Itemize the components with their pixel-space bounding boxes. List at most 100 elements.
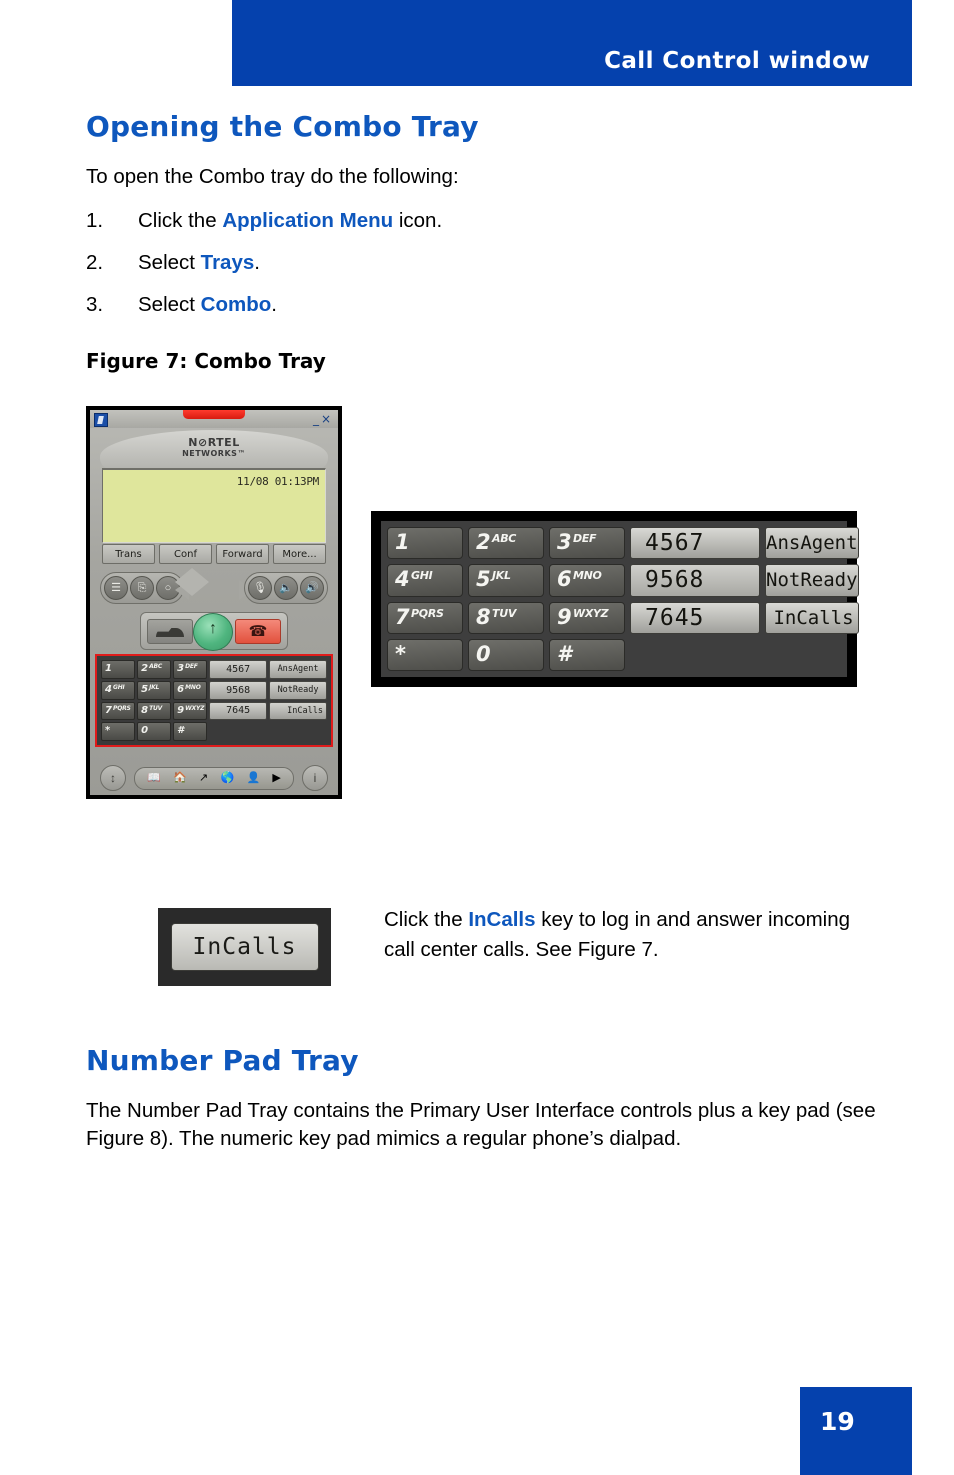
dialpad-letters: GHI — [411, 569, 433, 583]
dialpad-key-5[interactable]: 5 JKL — [137, 680, 172, 700]
dialpad-key-star[interactable]: * — [101, 722, 136, 741]
dialpad-key-hash[interactable]: # — [173, 722, 208, 741]
dialpad-key-1[interactable]: 1 — [101, 660, 136, 679]
dialpad-key-7[interactable]: 7 PQRS — [101, 701, 136, 721]
dialpad-key-4-large[interactable]: 4 GHI — [387, 564, 463, 597]
dialpad-key-1-large[interactable]: 1 — [387, 527, 463, 560]
dialpad-digit: 2 — [141, 663, 149, 674]
dialpad-digit: 7 — [395, 604, 410, 629]
window-controls: _× — [313, 412, 333, 426]
dialpad-key-5-large[interactable]: 5 JKL — [468, 564, 544, 597]
dialpad-key-7-large[interactable]: 7 PQRS — [387, 601, 463, 634]
dialpad-key-2-large[interactable]: 2 ABC — [468, 527, 544, 560]
nav-up-icon[interactable] — [175, 568, 209, 582]
next-arrow-icon[interactable]: ▶ — [272, 773, 280, 784]
dialpad-digit: 1 — [395, 530, 410, 554]
dialpad-digit: 5 — [476, 567, 491, 592]
menu-icon[interactable]: ☰ — [104, 576, 128, 600]
outbox-arrow-icon[interactable]: ↗ — [199, 773, 208, 784]
dialpad-key-star-large[interactable]: * — [387, 638, 463, 671]
incalls-text-pre: Click the — [384, 908, 469, 931]
softkey-conf[interactable]: Conf — [159, 544, 212, 564]
dialpad-letters: JKL — [149, 683, 160, 691]
volume-down-glyph: 🔈 — [279, 581, 293, 594]
function-key-ansagent-large[interactable]: AnsAgent — [765, 527, 859, 560]
combo-tray-highlight: 1 2 ABC 3 DEF 4567 AnsAgent 4 GHI 5 JKL 6 MNO… — [95, 654, 333, 747]
line-key-7645[interactable]: 7645 — [209, 701, 268, 721]
dialpad-key-0-large[interactable]: 0 — [468, 638, 544, 671]
dialpad-key-3-large[interactable]: 3 DEF — [549, 527, 625, 560]
directory-book-icon[interactable]: 📖 — [147, 773, 161, 784]
incalls-description: Click the InCalls key to log in and answ… — [384, 905, 864, 964]
function-key-incalls[interactable]: InCalls — [269, 701, 327, 721]
dialpad-key-hash-large[interactable]: # — [549, 638, 625, 671]
softkey-more[interactable]: More... — [273, 544, 326, 564]
softkey-trans[interactable]: Trans — [102, 544, 155, 564]
dialpad-key-8-large[interactable]: 8 TUV — [468, 601, 544, 634]
dialpad-digit: 5 — [141, 683, 149, 695]
home-icon[interactable]: 🏠 — [173, 773, 187, 784]
line-key-4567[interactable]: 4567 — [209, 660, 268, 679]
right-round-button-group: 🎙 🔈 🔊 — [244, 572, 328, 604]
dialpad-key-9-large[interactable]: 9 WXYZ — [549, 601, 625, 634]
dialpad-letters: WXYZ — [573, 606, 609, 620]
dialpad-key-6-large[interactable]: 6 MNO — [549, 564, 625, 597]
minimize-icon[interactable]: _ — [313, 412, 321, 426]
dialpad-letters: JKL — [492, 569, 511, 583]
mute-microphone-icon[interactable]: 🎙 — [248, 576, 272, 600]
dialpad-digit: 2 — [476, 530, 491, 554]
release-call-button-icon[interactable] — [235, 619, 281, 644]
function-key-notready-large[interactable]: NotReady — [765, 564, 859, 597]
dialpad-letters: PQRS — [411, 606, 444, 620]
function-key-ansagent[interactable]: AnsAgent — [269, 660, 327, 679]
steps-list: 1. Click the Application Menu icon. 2. Sel… — [86, 209, 886, 317]
dialpad-key-9[interactable]: 9 WXYZ — [173, 701, 208, 721]
globe-icon[interactable]: 🌎 — [221, 773, 235, 784]
dialpad-key-4[interactable]: 4 GHI — [101, 680, 136, 700]
left-round-button-group: ☰ ⎘ ○ — [100, 572, 184, 604]
call-button-tray — [140, 612, 288, 651]
dialpad-digit: 6 — [557, 567, 572, 592]
dialpad-letters: DEF — [185, 663, 198, 670]
dialpad-letters: PQRS — [113, 704, 131, 712]
softkey-forward[interactable]: Forward — [216, 544, 269, 564]
application-menu-icon[interactable] — [94, 413, 108, 427]
number-pad-tray-paragraph: The Number Pad Tray contains the Primary… — [86, 1099, 876, 1150]
brand-sub-text: NETWORKS™ — [182, 449, 246, 458]
combo-tray-enlarged-grid: 1 2 ABC 3 DEF 4567 AnsAgent 4 GHI 5 JKL 6 MNO… — [387, 527, 859, 671]
dialpad-key-8[interactable]: 8 TUV — [137, 701, 172, 721]
combo-tray-enlarged-inner: 1 2 ABC 3 DEF 4567 AnsAgent 4 GHI 5 JKL 6 MNO… — [381, 521, 859, 677]
dialpad-digit: 8 — [476, 604, 491, 629]
contact-person-icon[interactable]: 👤 — [246, 773, 260, 784]
dialpad-digit: 8 — [141, 704, 149, 716]
dialpad-digit: 3 — [557, 530, 572, 554]
function-key-incalls-large[interactable]: InCalls — [765, 601, 859, 634]
function-key-notready[interactable]: NotReady — [269, 680, 327, 700]
dialpad-key-2[interactable]: 2 ABC — [137, 660, 172, 679]
navigation-pad[interactable] — [175, 568, 253, 608]
close-icon[interactable]: × — [321, 412, 333, 426]
line-key-9568[interactable]: 9568 — [209, 680, 268, 700]
line-key-9568-large[interactable]: 9568 — [630, 564, 760, 597]
volume-up-icon[interactable]: 🔊 — [300, 576, 324, 600]
answer-call-button-icon[interactable] — [193, 613, 233, 651]
line-key-7645-large[interactable]: 7645 — [630, 601, 760, 634]
phone-application-window: _× N⊘RTEL NETWORKS™ 11/08 01:13PM Trans … — [86, 406, 342, 799]
dialpad-letters: GHI — [113, 683, 125, 691]
intro-paragraph: To open the Combo tray do the following: — [86, 165, 459, 188]
dialpad-key-6[interactable]: 6 MNO — [173, 680, 208, 700]
volume-down-icon[interactable]: 🔈 — [274, 576, 298, 600]
line-key-4567-large[interactable]: 4567 — [630, 527, 760, 560]
info-icon[interactable]: i — [302, 765, 328, 791]
step-text-post-1: icon. — [393, 208, 443, 232]
copy-icon[interactable]: ⎘ — [130, 576, 154, 600]
dialpad-digit: 9 — [177, 704, 185, 716]
combo-tray-enlarged: 1 2 ABC 3 DEF 4567 AnsAgent 4 GHI 5 JKL 6 MNO… — [371, 511, 859, 687]
scroll-updown-icon[interactable]: ↕ — [100, 765, 126, 791]
phone-lcd-display: 11/08 01:13PM — [102, 468, 326, 543]
softkey-row: Trans Conf Forward More... — [102, 544, 326, 564]
section-opening-combo-tray: Opening the Combo Tray To open the Combo… — [86, 110, 886, 373]
hold-button-icon[interactable] — [147, 619, 193, 644]
dialpad-key-3[interactable]: 3 DEF — [173, 660, 208, 679]
dialpad-key-0[interactable]: 0 — [137, 722, 172, 741]
